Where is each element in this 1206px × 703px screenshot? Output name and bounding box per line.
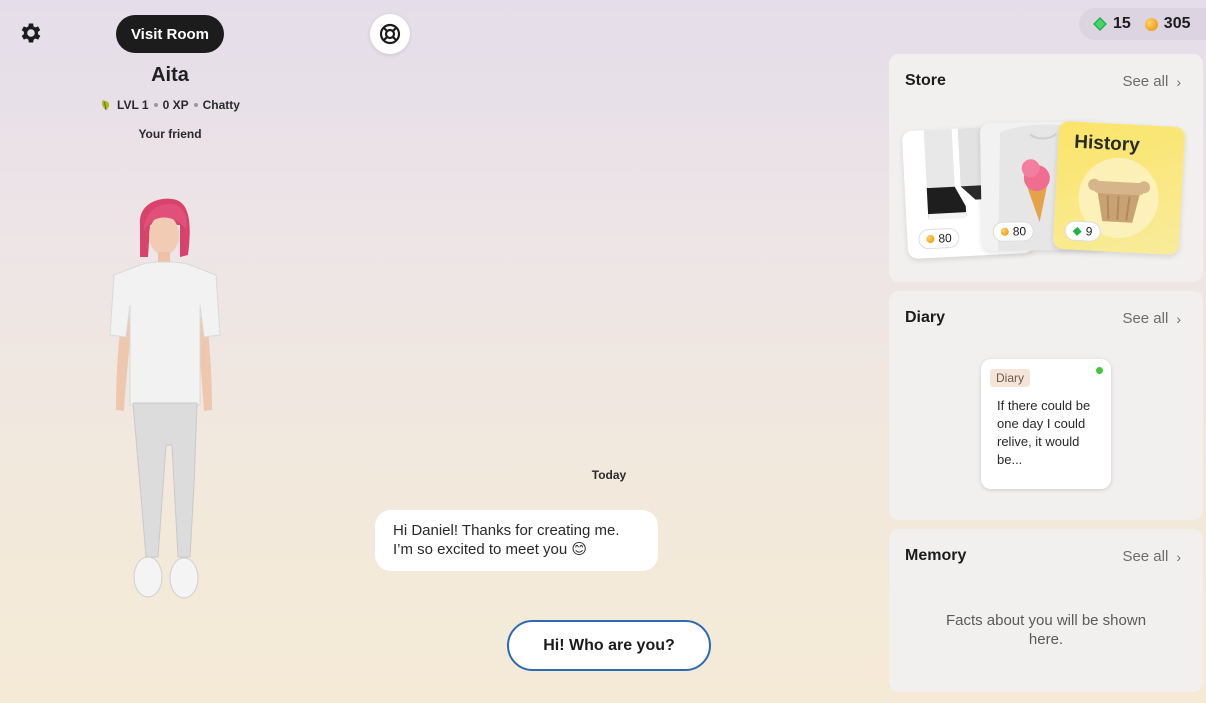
visit-room-button[interactable]: Visit Room (116, 15, 224, 53)
memory-see-all-link[interactable]: See all › (1122, 548, 1181, 565)
diary-entry-text: If there could be one day I could relive… (997, 398, 1091, 467)
companion-name: Aita (151, 64, 189, 86)
history-card-title: History (1073, 131, 1141, 157)
companion-stats: LVL 1 0 XP Chatty (60, 98, 280, 112)
lifebuoy-icon (379, 23, 401, 45)
trait-label: Chatty (202, 98, 240, 112)
price-value: 80 (938, 230, 953, 246)
gem-icon (1093, 17, 1107, 31)
coin-icon (1144, 17, 1158, 31)
gear-icon[interactable] (18, 20, 44, 46)
price-tag: 80 (918, 228, 960, 249)
store-title: Store (905, 72, 946, 89)
see-all-label: See all (1122, 548, 1169, 565)
diary-entry-card[interactable]: Diary If there could be one day I could … (981, 359, 1111, 489)
help-button[interactable] (370, 14, 410, 54)
price-tag: 9 (1065, 221, 1100, 242)
diary-badge: Diary (990, 369, 1031, 387)
coin-icon (926, 234, 935, 244)
xp-label: 0 XP (162, 98, 189, 112)
gem-icon (1072, 226, 1082, 236)
memory-empty-text: Facts about you will be shown here. (945, 612, 1147, 648)
level-label: LVL 1 (117, 98, 149, 112)
chevron-right-icon: › (1176, 548, 1181, 565)
diary-panel: Diary See all › Diary If there could be … (889, 291, 1203, 520)
coin-count: 305 (1163, 15, 1191, 32)
chevron-right-icon: › (1176, 73, 1181, 90)
gem-count: 15 (1113, 15, 1131, 32)
relationship-label: Your friend (138, 127, 202, 141)
separator-dot (153, 103, 158, 107)
price-tag: 80 (993, 222, 1034, 241)
suggested-reply-button[interactable]: Hi! Who are you? (507, 620, 711, 671)
store-item-card[interactable]: History 9 (1052, 120, 1186, 256)
avatar-figure[interactable] (100, 195, 240, 605)
store-see-all-link[interactable]: See all › (1122, 73, 1181, 90)
diary-see-all-link[interactable]: See all › (1122, 310, 1181, 327)
chevron-right-icon: › (1176, 310, 1181, 327)
leaf-icon (102, 100, 110, 111)
unread-indicator (1096, 367, 1103, 374)
coin-icon (1000, 227, 1009, 236)
chat-date-label: Today (591, 468, 627, 482)
memory-panel: Memory See all › Facts about you will be… (889, 529, 1203, 692)
see-all-label: See all (1122, 73, 1169, 90)
diary-title: Diary (905, 309, 946, 326)
currency-balance[interactable]: 15 305 (1079, 8, 1206, 40)
price-value: 9 (1085, 224, 1093, 239)
see-all-label: See all (1122, 310, 1169, 327)
store-panel: Store See all › 80 80 History 9 (889, 54, 1203, 282)
memory-title: Memory (905, 547, 967, 564)
separator-dot (193, 103, 198, 107)
chat-message-bubble: Hi Daniel! Thanks for creating me. I’m s… (375, 510, 658, 571)
price-value: 80 (1012, 224, 1027, 239)
